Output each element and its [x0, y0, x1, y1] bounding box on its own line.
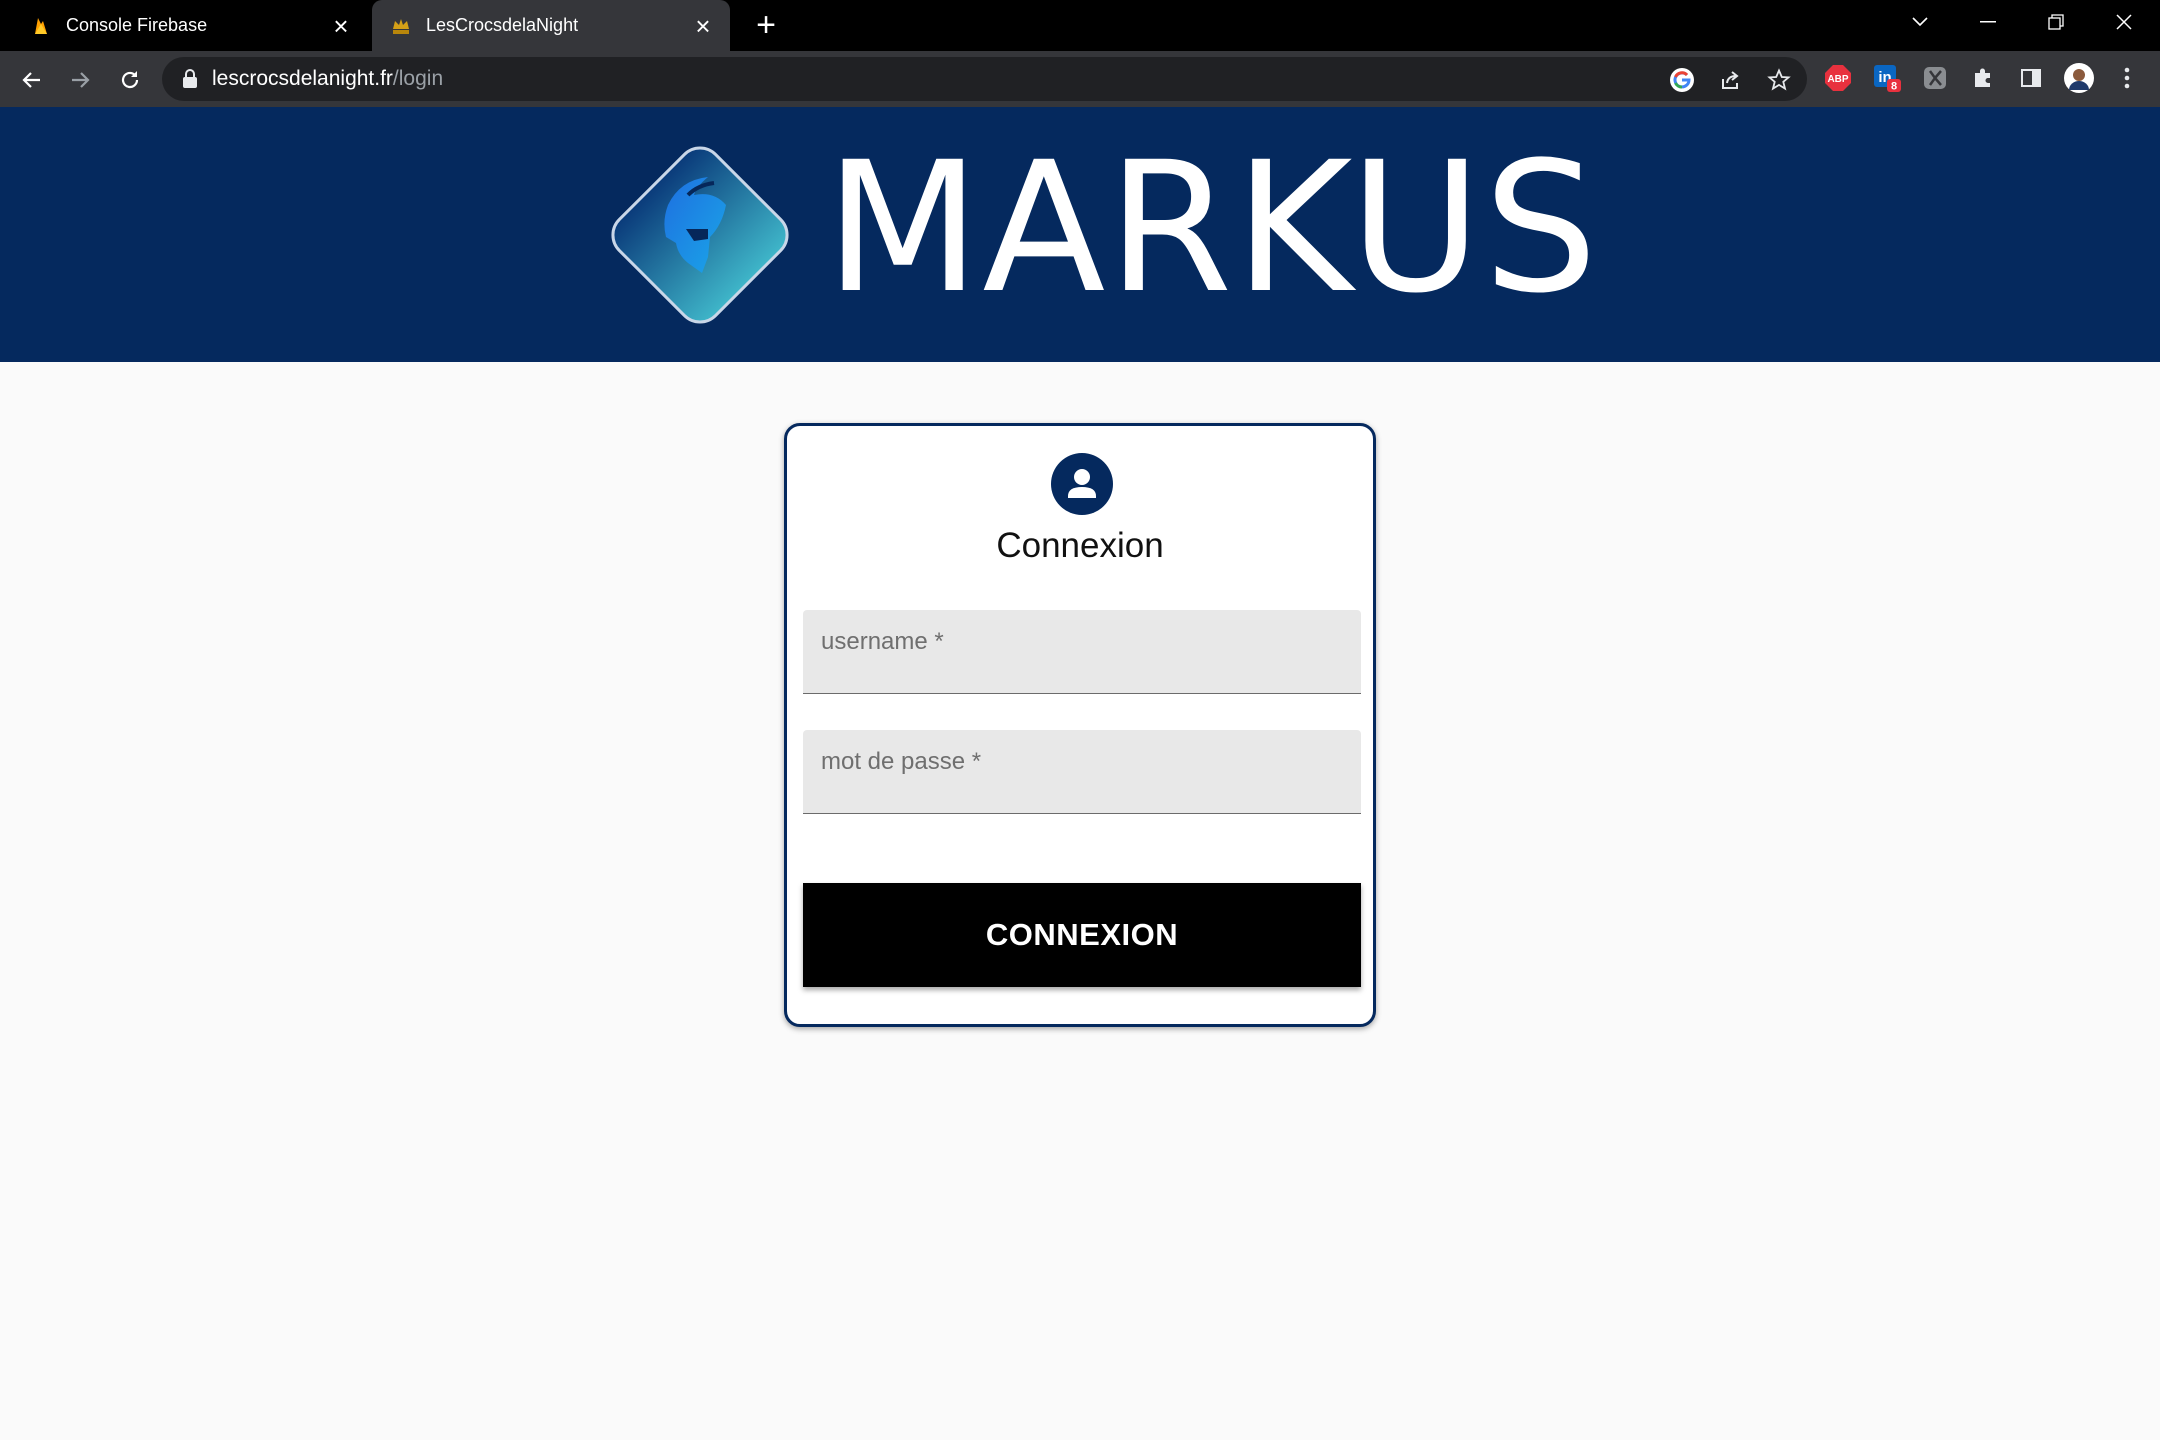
close-window-button[interactable] [2090, 0, 2158, 44]
forward-button[interactable] [62, 62, 98, 98]
bookmark-star-icon[interactable] [1766, 67, 1792, 93]
tab-lescrocsdelanight[interactable]: LesCrocsdelaNight × [372, 0, 730, 51]
address-bar[interactable]: lescrocsdelanight.fr/login [162, 57, 1807, 101]
browser-toolbar: lescrocsdelanight.fr/login ABP in 8 [0, 51, 2160, 107]
google-icon[interactable] [1669, 67, 1695, 93]
reload-button[interactable] [112, 62, 148, 98]
firebase-flame-icon [30, 15, 52, 37]
side-panel-icon[interactable] [2016, 63, 2046, 93]
tab-title: Console Firebase [66, 15, 208, 35]
username-input[interactable] [821, 653, 1345, 685]
tab-search-icon[interactable] [1886, 0, 1954, 44]
user-icon [1051, 453, 1113, 515]
password-input[interactable] [821, 773, 1345, 805]
close-tab-icon[interactable]: × [688, 11, 718, 41]
linkedin-badge-count: 8 [1891, 81, 1897, 93]
url-text: lescrocsdelanight.fr/login [212, 67, 443, 91]
extension-gray-icon[interactable] [1920, 63, 1950, 93]
adblock-label: ABP [1827, 74, 1848, 85]
puzzle-icon[interactable] [1968, 63, 1998, 93]
tab-title: LesCrocsdelaNight [426, 15, 579, 35]
login-title: Connexion [996, 526, 1164, 565]
site-crown-icon [390, 15, 412, 37]
close-tab-icon[interactable]: × [326, 11, 356, 41]
url-path: /login [392, 67, 444, 90]
login-card: Connexion username * mot de passe * CONN… [784, 423, 1376, 1027]
linkedin-icon[interactable]: in 8 [1872, 63, 1902, 93]
site-header: MARKUS [0, 107, 2160, 362]
new-tab-button[interactable]: + [748, 8, 784, 44]
lock-icon[interactable] [182, 69, 198, 94]
back-button[interactable] [14, 62, 50, 98]
spartan-helmet-logo-icon [590, 125, 810, 345]
minimize-button[interactable] [1954, 0, 2022, 44]
brand-wordmark: MARKUS [825, 124, 1600, 333]
username-field[interactable]: username * [803, 610, 1361, 694]
connexion-button[interactable]: CONNEXION [803, 883, 1361, 987]
url-host: lescrocsdelanight.fr [212, 67, 393, 90]
restore-button[interactable] [2022, 0, 2090, 44]
username-label: username * [821, 628, 944, 655]
menu-kebab-icon[interactable] [2112, 63, 2142, 93]
share-icon[interactable] [1718, 67, 1744, 93]
password-field[interactable]: mot de passe * [803, 730, 1361, 814]
password-label: mot de passe * [821, 748, 982, 775]
browser-tab-strip: Console Firebase × LesCrocsdelaNight × + [0, 0, 2160, 51]
adblock-plus-icon[interactable]: ABP [1823, 63, 1853, 93]
profile-avatar-icon[interactable] [2064, 63, 2094, 93]
tab-console-firebase[interactable]: Console Firebase × [0, 0, 368, 51]
